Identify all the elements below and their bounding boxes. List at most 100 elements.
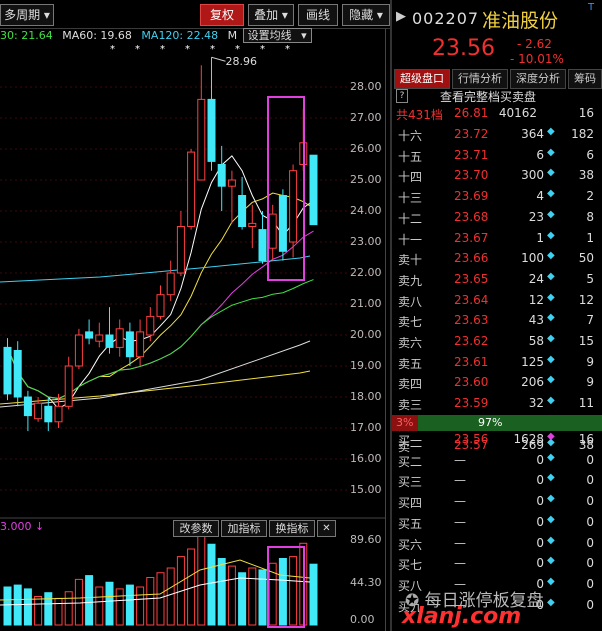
volume-bar (248, 567, 257, 626)
diamond-icon: ◆ (547, 250, 555, 262)
ma250-line (0, 370, 311, 405)
ask-row[interactable]: 卖七 23.63 43 ◆ 7 (392, 310, 602, 331)
help-icon[interactable]: ? (396, 89, 408, 103)
volume-bars (0, 534, 318, 626)
price-tick: 15.00 (350, 483, 382, 496)
level-volume: 1 (536, 230, 544, 245)
bid-row[interactable]: 买七 —0 ◆ 0 (392, 553, 602, 574)
ask-row[interactable]: 卖五 23.61 125 ◆ 9 (392, 352, 602, 373)
bid-row[interactable]: 买六 —0 ◆ 0 (392, 533, 602, 554)
bid-row[interactable]: 买四 —0 ◆ 0 (392, 491, 602, 512)
candle-body (176, 226, 185, 274)
level-price: 23.62 (454, 334, 489, 348)
volume-bar (44, 592, 53, 626)
close-icon[interactable]: ✕ (317, 520, 336, 537)
diamond-icon: ◆ (547, 126, 555, 137)
candle-body (13, 350, 22, 398)
price-tick: 17.00 (350, 421, 382, 434)
price-tick: 28.00 (350, 80, 382, 93)
tab-chips[interactable]: 筹码 (568, 69, 602, 89)
level-count: 0 (586, 494, 594, 509)
bid-row[interactable]: 买五 —0 ◆ 0 (392, 512, 602, 533)
candle-body (95, 334, 104, 342)
level-label: 卖三 (398, 398, 423, 413)
tab-super-book[interactable]: 超级盘口 (394, 69, 450, 89)
level-volume: 12 (528, 292, 544, 307)
volume-bar (227, 565, 236, 626)
candle-body (268, 213, 277, 249)
level-label: 卖十 (398, 253, 423, 268)
high-label: 28.96 (226, 55, 258, 68)
back-arrow-icon[interactable]: ▶ (396, 9, 406, 24)
bid-row[interactable]: 买一 23.56 1628 ◆ 16 (392, 429, 602, 450)
level-count: 5 (586, 271, 594, 286)
price-tick: 21.00 (350, 297, 382, 310)
level-count: 15 (578, 334, 594, 348)
volume-bar (166, 567, 175, 626)
level-label: 十三 (398, 191, 423, 206)
level-count: 38 (578, 168, 594, 183)
level-count: 0 (586, 452, 594, 467)
level-count: 1 (586, 230, 594, 245)
level-price: 23.65 (454, 271, 489, 286)
diamond-icon: ◆ (547, 146, 555, 158)
volume-bar (207, 543, 216, 626)
tab-market-analysis[interactable]: 行情分析 (452, 69, 508, 89)
diamond-icon: ◆ (547, 575, 555, 587)
candle-body (289, 170, 298, 243)
tab-deep-analysis[interactable]: 深度分析 (510, 69, 566, 89)
level-price: — (454, 494, 466, 509)
candle-body (64, 365, 73, 407)
level-label: 买五 (398, 516, 423, 531)
volume-bar (115, 588, 124, 626)
ask-row[interactable]: 卖八 23.64 12 ◆ 12 (392, 290, 602, 311)
star-marker: * (210, 44, 215, 55)
volume-bar (34, 596, 43, 626)
level-volume: 300 (521, 168, 544, 183)
level-count: 0 (586, 535, 594, 550)
ask-row[interactable]: 十五 23.71 6 ◆ 6 (392, 145, 602, 166)
add-indicator-button[interactable]: 加指标 (221, 520, 267, 537)
switch-indicator-button[interactable]: 换指标 (269, 520, 315, 537)
level-label: 十一 (398, 232, 423, 247)
level-count: 9 (586, 375, 594, 390)
ask-row[interactable]: 十三 23.69 4 ◆ 2 (392, 186, 602, 207)
volume-bar (85, 575, 94, 626)
candle-body (278, 195, 287, 252)
level-volume: 206 (521, 375, 544, 390)
ask-row[interactable]: 卖三 23.59 32 ◆ 11 (392, 393, 602, 414)
ask-row[interactable]: 十六 23.72 364 ◆ 182 (392, 124, 602, 145)
ma-lines (0, 155, 314, 410)
volume-bar (217, 558, 226, 626)
ask-row[interactable]: 卖四 23.60 206 ◆ 9 (392, 372, 602, 393)
level-price: — (454, 473, 466, 488)
diamond-icon: ◆ (547, 270, 555, 282)
candle-body (3, 346, 12, 395)
level-price: 23.63 (454, 313, 489, 328)
price-tick: 18.00 (350, 390, 382, 403)
diamond-icon: ◆ (547, 493, 555, 505)
star-marker: * (160, 44, 165, 55)
ask-row[interactable]: 卖十 23.66 100 ◆ 50 (392, 248, 602, 269)
volume-bar (136, 586, 145, 626)
price-change: - 2.62 (517, 37, 552, 51)
ask-row[interactable]: 卖九 23.65 24 ◆ 5 (392, 269, 602, 290)
volume-bar (125, 584, 134, 626)
candle-body (115, 328, 124, 348)
ask-row[interactable]: 卖六 23.62 58 ◆ 15 (392, 331, 602, 352)
level-count: 16 (578, 432, 594, 446)
diamond-icon: ◆ (547, 534, 555, 546)
bid-row[interactable]: 买二 —0 ◆ 0 (392, 450, 602, 471)
ask-row[interactable]: 十二 23.68 23 ◆ 8 (392, 207, 602, 228)
ask-row[interactable]: 十四 23.70 300 ◆ 38 (392, 165, 602, 186)
params-button[interactable]: 改参数 (173, 520, 219, 537)
ask-row[interactable]: 十一 23.67 1 ◆ 1 (392, 228, 602, 249)
level-volume: 58 (528, 334, 544, 348)
stock-code: 002207 (412, 9, 480, 28)
level-label: 十五 (398, 149, 423, 164)
level-volume: 1628 (513, 432, 544, 446)
bid-row[interactable]: 买三 —0 ◆ 0 (392, 470, 602, 491)
volume-bar (278, 558, 287, 626)
level-price: 23.71 (454, 147, 489, 162)
level-count: 0 (586, 473, 594, 488)
